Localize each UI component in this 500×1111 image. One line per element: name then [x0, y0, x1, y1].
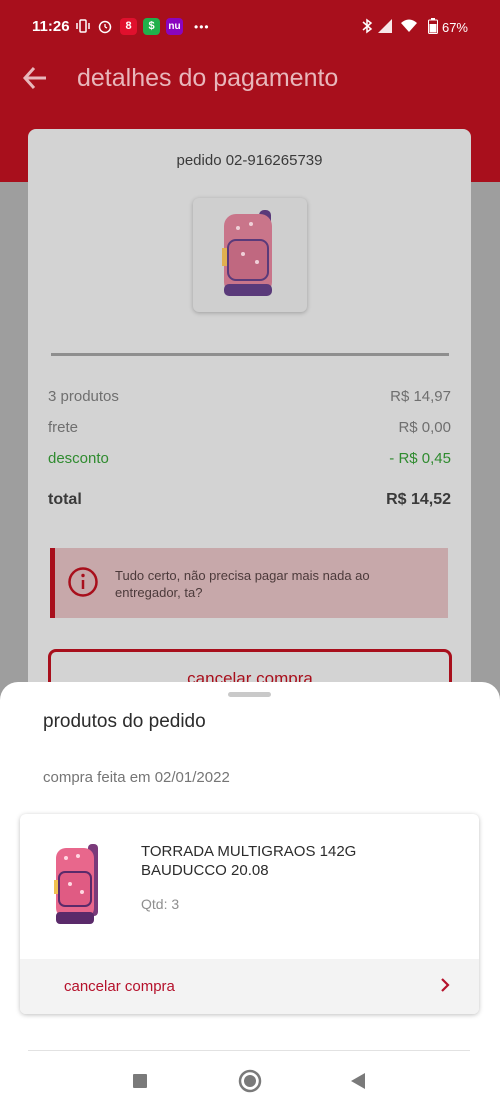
products-label: 3 produtos	[48, 388, 119, 405]
status-bar: 11:26 8 $ nu ••• 67%	[0, 0, 500, 42]
backpack-image	[54, 844, 98, 924]
product-thumbnail	[193, 198, 307, 312]
alarm-icon	[97, 18, 113, 38]
status-time: 11:26	[32, 18, 70, 35]
products-row: 3 produtos R$ 14,97	[48, 388, 451, 405]
back-arrow-icon[interactable]	[22, 60, 52, 96]
order-number: pedido 02-916265739	[176, 152, 323, 169]
shipping-value: R$ 0,00	[398, 419, 451, 436]
page-title: detalhes do pagamento	[77, 64, 339, 92]
backpack-image	[222, 210, 272, 296]
product-card: TORRADA MULTIGRAOS 142G BAUDUCCO 20.08 Q…	[20, 814, 479, 1014]
divider	[51, 353, 449, 356]
bluetooth-icon	[361, 18, 373, 38]
more-icon: •••	[194, 20, 210, 34]
total-label: total	[48, 491, 82, 508]
navbar-divider	[28, 1050, 470, 1051]
app-icon-green: $	[143, 18, 160, 35]
product-quantity: Qtd: 3	[141, 896, 180, 912]
home-circle-icon[interactable]	[238, 1069, 262, 1098]
vibrate-icon	[75, 18, 91, 38]
info-icon	[67, 566, 99, 598]
app-icon-red: 8	[120, 18, 137, 35]
sheet-title: produtos do pedido	[43, 711, 206, 732]
alert-message: Tudo certo, não precisa pagar mais nada …	[115, 568, 370, 600]
shipping-label: frete	[48, 419, 79, 436]
discount-label: desconto	[48, 450, 109, 467]
battery-percentage: 67%	[441, 20, 468, 35]
chevron-right-icon	[439, 976, 451, 994]
wifi-icon	[400, 18, 418, 38]
payment-details-card: pedido 02-916265739 3 produtos R$ 14,97 …	[28, 129, 471, 729]
system-navigation-bar	[0, 1062, 500, 1111]
sheet-drag-handle[interactable]	[228, 692, 271, 697]
total-row: total R$ 14,52	[48, 491, 451, 509]
cancel-purchase-link[interactable]: cancelar compra	[64, 978, 175, 995]
recents-square-icon[interactable]	[132, 1073, 148, 1094]
discount-value: - R$ 0,45	[389, 450, 451, 467]
info-alert: Tudo certo, não precisa pagar mais nada …	[50, 548, 448, 618]
products-bottom-sheet: produtos do pedido compra feita em 02/01…	[0, 682, 500, 1111]
shipping-row: frete R$ 0,00	[48, 419, 451, 436]
discount-row: desconto - R$ 0,45	[48, 450, 451, 467]
product-name: TORRADA MULTIGRAOS 142G BAUDUCCO 20.08	[141, 843, 357, 879]
battery-icon	[428, 18, 438, 38]
cancel-purchase-row[interactable]: cancelar compra	[20, 959, 479, 1014]
purchase-date: compra feita em 02/01/2022	[43, 769, 230, 786]
product-image	[50, 842, 110, 927]
signal-icon	[377, 18, 393, 38]
products-value: R$ 14,97	[390, 388, 451, 405]
total-value: R$ 14,52	[386, 491, 451, 508]
back-triangle-icon[interactable]	[350, 1072, 366, 1095]
nubank-icon: nu	[166, 18, 183, 35]
